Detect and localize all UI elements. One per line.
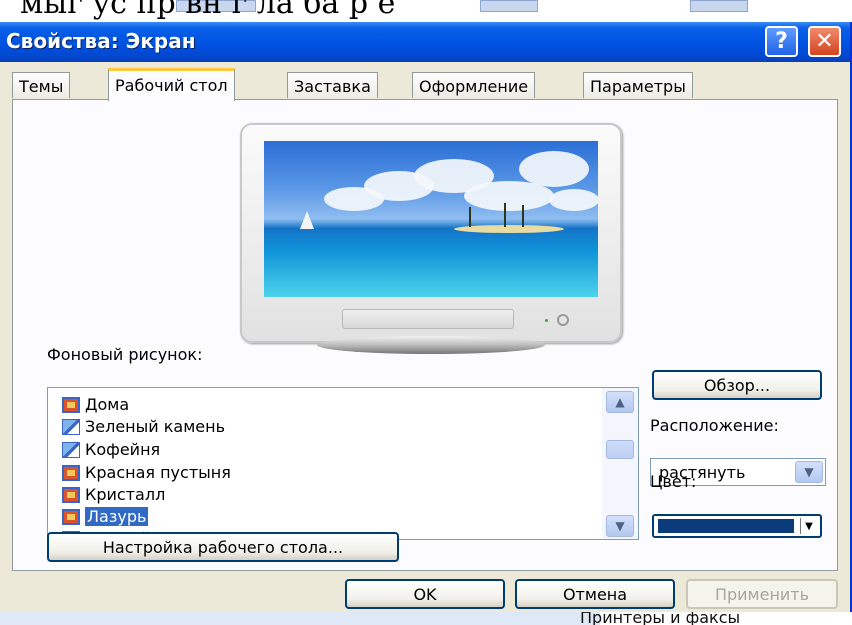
- close-icon: ✕: [815, 29, 834, 54]
- title-bar[interactable]: Свойства: Экран ? ✕: [0, 22, 850, 62]
- help-button[interactable]: ?: [765, 26, 798, 57]
- list-item-label: Красная пустыня: [85, 463, 231, 482]
- background-taskbar-fragment: [0, 612, 600, 625]
- customize-desktop-button[interactable]: Настройка рабочего стола...: [47, 532, 399, 562]
- chevron-down-icon[interactable]: ▼: [795, 461, 823, 483]
- list-item[interactable]: Кофейня: [62, 439, 160, 460]
- tab-desktop[interactable]: Рабочий стол: [108, 68, 235, 101]
- close-button[interactable]: ✕: [808, 26, 841, 57]
- scroll-thumb[interactable]: [606, 440, 634, 459]
- background-document-text: мыг ус пр вн г ла ба р е: [20, 0, 396, 21]
- scroll-up-button[interactable]: ▲: [606, 391, 634, 413]
- list-item-label: Зеленый камень: [85, 417, 226, 436]
- background-window-fragment: [480, 0, 538, 12]
- wallpaper-preview-image: [264, 141, 598, 297]
- tab-themes[interactable]: Темы: [12, 72, 71, 98]
- wallpaper-listbox[interactable]: Дома Зеленый камень Кофейня Красная пуст…: [47, 387, 639, 540]
- listbox-scrollbar[interactable]: ▲ ▼: [602, 388, 638, 539]
- edit-picture-icon: [62, 418, 80, 435]
- list-item-label: Лазурь: [85, 507, 149, 526]
- ok-button[interactable]: OK: [345, 579, 505, 609]
- apply-button[interactable]: Применить: [686, 579, 838, 609]
- chevron-down-icon: ▼: [615, 519, 625, 533]
- browse-button[interactable]: Обзор...: [652, 370, 822, 400]
- display-properties-dialog: Свойства: Экран ? ✕ Темы Рабочий стол За…: [0, 22, 852, 612]
- help-icon: ?: [775, 29, 788, 54]
- list-item-selected[interactable]: Лазурь: [62, 506, 149, 527]
- picture-icon: [62, 508, 80, 525]
- picture-icon: [62, 464, 80, 481]
- background-desktop-bottom: Принтеры и факсы: [0, 612, 852, 625]
- chevron-up-icon: ▲: [615, 395, 625, 409]
- dialog-title: Свойства: Экран: [6, 29, 196, 53]
- picture-icon: [62, 396, 80, 413]
- edit-picture-icon: [62, 441, 80, 458]
- cancel-button[interactable]: Отмена: [515, 579, 675, 609]
- picture-icon: [62, 486, 80, 503]
- tab-appearance[interactable]: Оформление: [412, 72, 536, 98]
- background-label: Фоновый рисунок:: [47, 345, 203, 364]
- position-label: Расположение:: [650, 416, 779, 435]
- color-label: Цвет:: [650, 472, 697, 491]
- tab-screensaver[interactable]: Заставка: [287, 72, 378, 98]
- background-menu-text: Принтеры и факсы: [580, 612, 741, 625]
- power-button-icon: [557, 314, 569, 326]
- monitor-preview: [240, 123, 622, 343]
- list-item[interactable]: Красная пустыня: [62, 462, 231, 483]
- dropdown-arrow-icon: ▼: [800, 518, 817, 534]
- list-item[interactable]: Зеленый камень: [62, 416, 225, 437]
- monitor-stand-base: [317, 336, 545, 354]
- scroll-down-button[interactable]: ▼: [606, 515, 634, 537]
- list-item-label: Кофейня: [85, 440, 161, 459]
- background-desktop-top: мыг ус пр вн г ла ба р е: [0, 0, 852, 22]
- monitor-drive-slot: [342, 309, 514, 329]
- background-window-fragment: [690, 0, 748, 12]
- tab-settings[interactable]: Параметры: [583, 72, 693, 98]
- color-picker-button[interactable]: ▼: [652, 514, 822, 538]
- list-item-label: Кристалл: [85, 485, 166, 504]
- list-item[interactable]: Дома: [62, 394, 129, 415]
- list-item[interactable]: Кристалл: [62, 484, 165, 505]
- list-item-label: Дома: [85, 395, 130, 414]
- power-led-icon: [545, 319, 548, 322]
- color-swatch: [658, 519, 794, 533]
